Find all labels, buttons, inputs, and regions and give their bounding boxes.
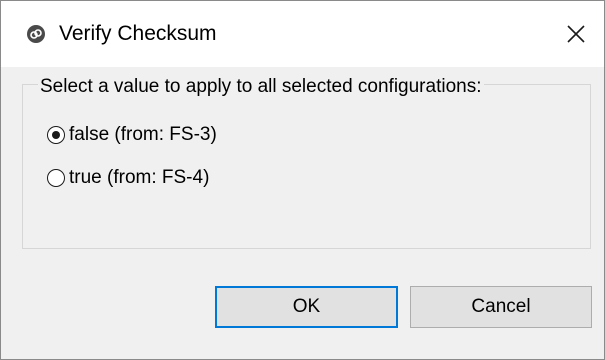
close-button[interactable]: [557, 15, 595, 53]
radio-label-false: false (from: FS-3): [69, 124, 217, 145]
radio-label-true: true (from: FS-4): [69, 167, 210, 188]
app-logo-icon: [27, 25, 45, 43]
radio-button-false[interactable]: [47, 126, 65, 144]
ok-button[interactable]: OK: [215, 286, 398, 328]
verify-checksum-dialog: Verify Checksum Select a value to apply …: [0, 0, 605, 360]
group-prompt: Select a value to apply to all selected …: [38, 75, 484, 99]
cancel-button[interactable]: Cancel: [410, 286, 592, 328]
window-title: Verify Checksum: [59, 22, 217, 45]
title-bar[interactable]: Verify Checksum: [1, 1, 604, 67]
radio-selected-dot: [51, 130, 60, 139]
radio-button-true[interactable]: [47, 169, 65, 187]
